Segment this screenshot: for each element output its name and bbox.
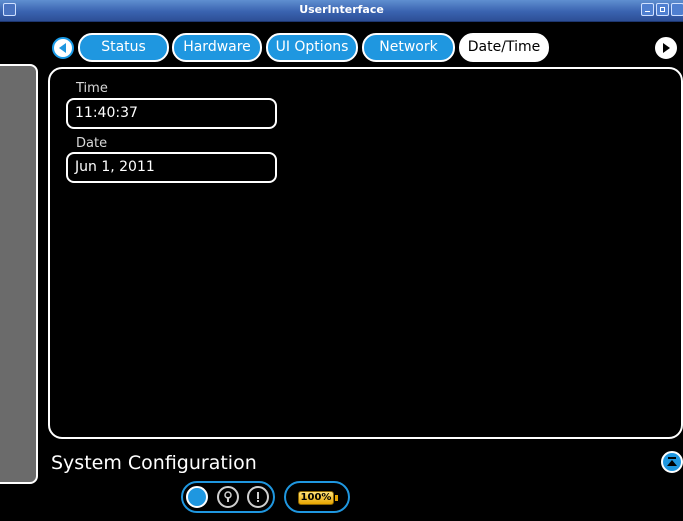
prev-tab-button[interactable] [52,37,74,59]
prev-arrow-icon [59,43,66,53]
alert-indicator[interactable] [247,486,269,508]
lock-indicator[interactable] [217,486,239,508]
next-tab-button[interactable] [655,37,677,59]
date-label: Date [76,136,108,151]
status-indicator[interactable] [186,486,208,508]
time-label: Time [76,81,108,96]
tab-status[interactable]: Status [78,33,169,62]
window-titlebar: UserInterface [0,0,683,22]
battery-status[interactable]: 100% [284,481,350,513]
date-field[interactable]: Jun 1, 2011 [66,152,277,183]
time-field[interactable]: 11:40:37 [66,98,277,129]
scroll-top-button[interactable] [661,451,683,473]
side-drawer[interactable] [0,64,38,484]
status-indicators [181,481,275,513]
tab-network[interactable]: Network [362,33,455,62]
section-title: System Configuration [51,452,257,474]
tab-ui-options[interactable]: UI Options [266,33,358,62]
next-arrow-icon [663,43,670,53]
alert-icon [257,492,259,502]
maximize-button[interactable] [656,3,669,16]
battery-icon: 100% [298,491,334,505]
lock-icon [224,491,232,502]
close-button[interactable] [671,3,683,16]
minimize-button[interactable] [641,3,654,16]
tab-hardware[interactable]: Hardware [172,33,262,62]
tab-date-time[interactable]: Date/Time [459,33,549,62]
window-title: UserInterface [299,3,384,16]
scroll-top-icon [667,457,677,466]
battery-tip [335,495,338,501]
